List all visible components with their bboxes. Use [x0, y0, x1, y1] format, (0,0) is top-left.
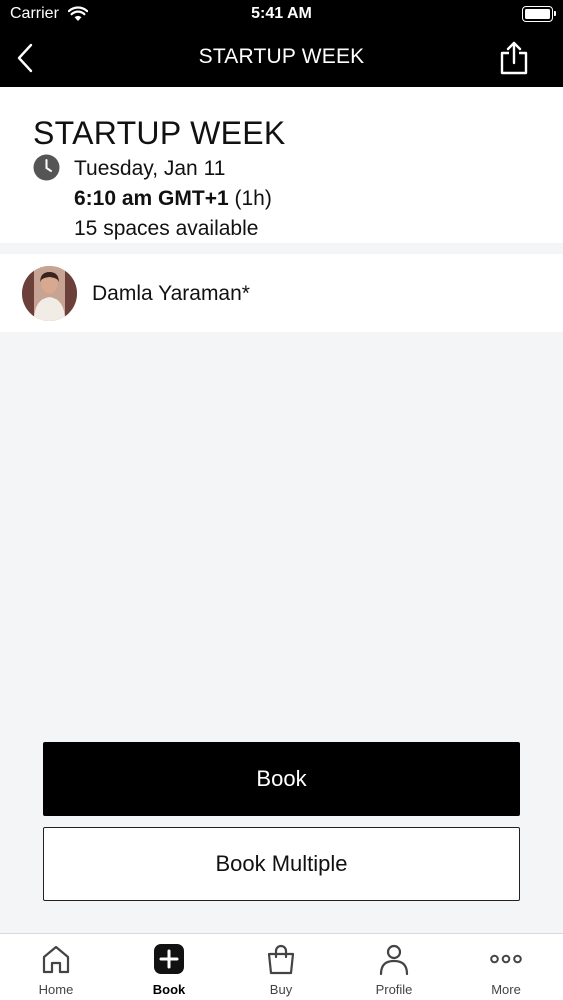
avatar — [22, 266, 77, 321]
top-bar: Carrier 5:41 AM STARTUP WEEK — [0, 0, 563, 87]
person-icon — [379, 944, 409, 975]
nav-title: STARTUP WEEK — [198, 45, 365, 68]
event-time-row: 6:10 am GMT+1 (1h) — [74, 187, 272, 211]
tab-label: Profile — [375, 982, 413, 997]
status-bar: Carrier 5:41 AM — [0, 0, 563, 30]
event-date: Tuesday, Jan 11 — [74, 157, 226, 180]
instructor-name: Damla Yaraman* — [92, 282, 250, 305]
home-icon — [42, 945, 70, 974]
tab-book[interactable]: Book — [113, 934, 225, 1000]
share-icon[interactable] — [499, 40, 529, 76]
tab-home[interactable]: Home — [0, 934, 112, 1000]
tab-more[interactable]: More — [450, 934, 562, 1000]
shopping-bag-icon — [267, 944, 295, 975]
instructor-row[interactable]: Damla Yaraman* — [0, 254, 563, 332]
tab-label: Buy — [269, 982, 293, 997]
event-details: STARTUP WEEK Tuesday, Jan 11 6:10 am GMT… — [0, 87, 563, 243]
plus-square-icon — [154, 944, 184, 974]
tab-label: Home — [38, 982, 74, 997]
clock-icon — [33, 154, 60, 181]
event-duration: (1h) — [234, 187, 272, 210]
book-multiple-button[interactable]: Book Multiple — [43, 827, 520, 901]
more-dots-icon — [490, 954, 522, 964]
book-button[interactable]: Book — [43, 742, 520, 816]
battery-icon — [522, 6, 556, 22]
spaces-available: 15 spaces available — [74, 217, 259, 240]
event-time: 6:10 am GMT+1 — [74, 187, 229, 210]
tab-bar: Home Book Buy Profile More — [0, 933, 563, 1000]
tab-buy[interactable]: Buy — [225, 934, 337, 1000]
tab-label: More — [491, 982, 521, 997]
tab-profile[interactable]: Profile — [338, 934, 450, 1000]
event-title: STARTUP WEEK — [33, 115, 286, 151]
tab-label: Book — [152, 982, 186, 997]
clock-time: 5:41 AM — [251, 5, 312, 22]
